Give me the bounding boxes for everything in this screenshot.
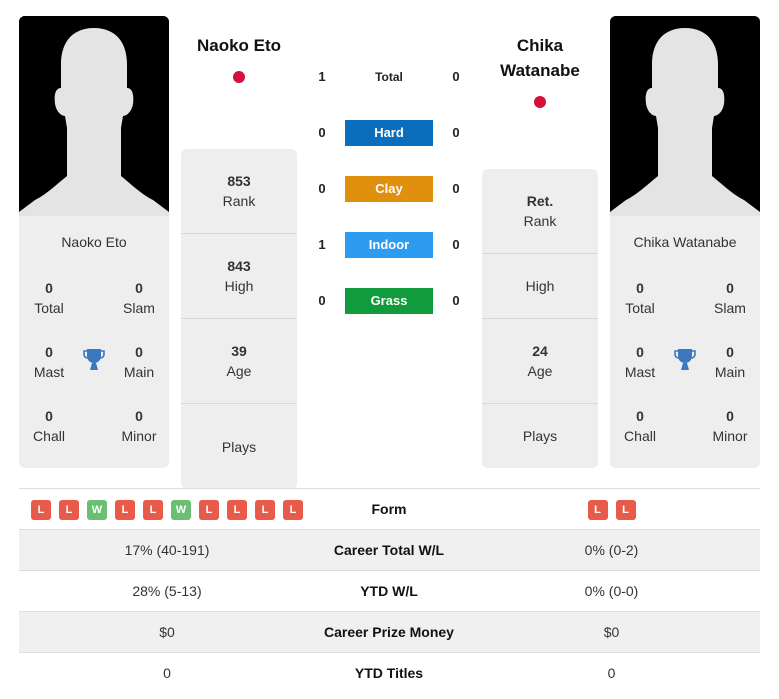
h2h-clay-row: 0 Clay 0 bbox=[310, 176, 470, 202]
surface-grass-badge[interactable]: Grass bbox=[345, 288, 433, 314]
form-badge-loss[interactable]: L bbox=[227, 499, 247, 520]
form-badge-loss[interactable]: L bbox=[199, 499, 219, 520]
form-badge-loss[interactable]: L bbox=[283, 499, 303, 520]
player1-photo bbox=[19, 16, 169, 216]
h2h-grass-row: 0 Grass 0 bbox=[310, 288, 470, 314]
player1-name[interactable]: Naoko Eto bbox=[181, 33, 297, 58]
player2-title-main: 0 Main bbox=[714, 344, 746, 380]
row-label: YTD W/L bbox=[360, 583, 418, 599]
h2h-total-p2: 0 bbox=[452, 69, 460, 84]
h2h-grass-p2: 0 bbox=[452, 293, 460, 308]
player2-ytd-titles: 0 bbox=[607, 665, 616, 681]
table-row: 28% (5-13) YTD W/L 0% (0-0) bbox=[19, 570, 760, 611]
trophy-icon bbox=[83, 349, 105, 370]
player1-age: 39 Age bbox=[181, 319, 297, 404]
player1-title-minor: 0 Minor bbox=[121, 408, 157, 444]
table-row: $0 Career Prize Money $0 bbox=[19, 611, 760, 652]
player2-high: High bbox=[482, 254, 598, 319]
player2-prize-money: $0 bbox=[603, 624, 620, 640]
player1-ytd-titles: 0 bbox=[163, 665, 171, 681]
player2-form: LL bbox=[463, 489, 760, 530]
player2-title-mast: 0 Mast bbox=[624, 344, 656, 380]
player2-career-wl: 0% (0-2) bbox=[584, 542, 639, 558]
player2-title-slam: 0 Slam bbox=[714, 280, 746, 316]
h2h-hard-row: 0 Hard 0 bbox=[310, 120, 470, 146]
form-badge-loss[interactable]: L bbox=[31, 499, 51, 520]
player2-title-minor: 0 Minor bbox=[712, 408, 748, 444]
player2-card-name: Chika Watanabe bbox=[633, 234, 737, 250]
h2h-indoor-row: 1 Indoor 0 bbox=[310, 232, 470, 258]
player2-title-chall: 0 Chall bbox=[624, 408, 656, 444]
form-row: LLWLLWLLLL Form LL bbox=[19, 488, 760, 529]
h2h-indoor-p1: 1 bbox=[318, 237, 326, 252]
player2-plays: Plays bbox=[522, 428, 558, 444]
h2h-clay-p1: 0 bbox=[318, 181, 326, 196]
player2-age: 24 Age bbox=[482, 319, 598, 404]
player2-flag-icon bbox=[534, 96, 546, 108]
player1-flag-icon bbox=[233, 71, 245, 83]
trophy-icon bbox=[674, 349, 696, 370]
silhouette-icon bbox=[19, 16, 169, 216]
row-label: Career Prize Money bbox=[324, 624, 454, 640]
silhouette-icon bbox=[610, 16, 760, 216]
surface-clay-badge[interactable]: Clay bbox=[345, 176, 433, 202]
player2-photo bbox=[610, 16, 760, 216]
player2-name[interactable]: Chika Watanabe bbox=[482, 33, 598, 83]
form-badge-win[interactable]: W bbox=[87, 499, 107, 520]
h2h-total-label: Total bbox=[375, 70, 403, 84]
row-label: YTD Titles bbox=[354, 665, 424, 681]
player1-career-wl: 17% (40-191) bbox=[124, 542, 210, 558]
form-badge-loss[interactable]: L bbox=[255, 499, 275, 520]
h2h-total-row: 1 Total 0 bbox=[310, 64, 470, 90]
form-badge-loss[interactable]: L bbox=[115, 499, 135, 520]
player2-card: Chika Watanabe 0 Total 0 Slam 0 Mast 0 M… bbox=[610, 16, 760, 468]
player2-title-total: 0 Total bbox=[625, 280, 655, 316]
player1-title-slam: 0 Slam bbox=[123, 280, 155, 316]
table-row: 0 YTD Titles 0 bbox=[19, 652, 760, 693]
player1-title-chall: 0 Chall bbox=[33, 408, 65, 444]
form-badge-loss[interactable]: L bbox=[587, 499, 608, 520]
surface-indoor-badge[interactable]: Indoor bbox=[345, 232, 433, 258]
comparison-table: LLWLLWLLLL Form LL 17% (40-191) Career T… bbox=[19, 488, 760, 693]
row-label: Career Total W/L bbox=[333, 542, 445, 558]
player1-title-total: 0 Total bbox=[34, 280, 64, 316]
h2h-grass-p1: 0 bbox=[318, 293, 326, 308]
player1-form: LLWLLWLLLL bbox=[19, 489, 315, 530]
h2h-clay-p2: 0 bbox=[452, 181, 460, 196]
player1-ytd-wl: 28% (5-13) bbox=[132, 583, 202, 599]
form-label: Form bbox=[371, 501, 407, 517]
player1-title-main: 0 Main bbox=[123, 344, 155, 380]
player1-title-mast: 0 Mast bbox=[33, 344, 65, 380]
player1-prize-money: $0 bbox=[159, 624, 175, 640]
h2h-indoor-p2: 0 bbox=[452, 237, 460, 252]
surface-hard-badge[interactable]: Hard bbox=[345, 120, 433, 146]
form-badge-loss[interactable]: L bbox=[143, 499, 163, 520]
h2h-hard-p1: 0 bbox=[318, 125, 326, 140]
form-badge-loss[interactable]: L bbox=[615, 499, 636, 520]
player1-rank: 853 Rank bbox=[181, 149, 297, 234]
player1-high: 843 High bbox=[181, 234, 297, 319]
form-badge-loss[interactable]: L bbox=[59, 499, 79, 520]
player1-card: Naoko Eto 0 Total 0 Slam 0 Mast 0 Main 0… bbox=[19, 16, 169, 468]
table-row: 17% (40-191) Career Total W/L 0% (0-2) bbox=[19, 529, 760, 570]
player1-stats: 853 Rank 843 High 39 Age Plays bbox=[181, 149, 297, 489]
form-badge-win[interactable]: W bbox=[171, 499, 191, 520]
player2-rank: Ret. Rank bbox=[482, 169, 598, 254]
player1-plays: Plays bbox=[221, 438, 257, 455]
player1-card-name: Naoko Eto bbox=[61, 234, 127, 250]
h2h-hard-p2: 0 bbox=[452, 125, 460, 140]
player2-ytd-wl: 0% (0-0) bbox=[584, 583, 639, 599]
player2-stats: Ret. Rank High 24 Age Plays bbox=[482, 169, 598, 468]
h2h-total-p1: 1 bbox=[318, 69, 326, 84]
